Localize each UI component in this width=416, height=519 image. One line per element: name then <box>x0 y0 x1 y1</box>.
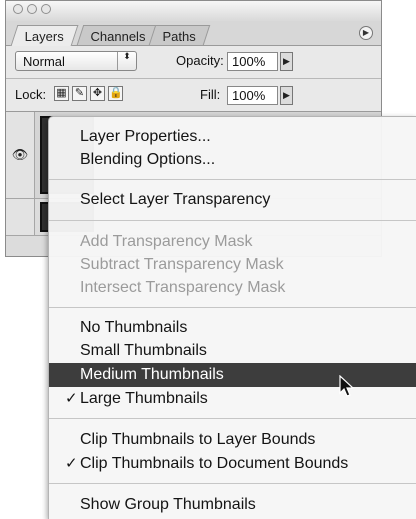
menu-separator <box>49 179 416 180</box>
menu-item-label: No Thumbnails <box>80 319 188 336</box>
menu-item-blending-options[interactable]: Blending Options... <box>49 148 416 172</box>
palette-titlebar <box>6 1 381 22</box>
lock-fill-row: Lock: ▦ ✎ ✥ 🔒 Fill: 100% ▶ <box>6 79 381 112</box>
menu-item-subtract-transparency-mask: Subtract Transparency Mask <box>49 253 416 277</box>
menu-item-intersect-transparency-mask: Intersect Transparency Mask <box>49 276 416 300</box>
menu-item-medium-thumbnails[interactable]: Medium Thumbnails <box>49 363 416 387</box>
tab-layers[interactable]: Layers <box>10 25 79 46</box>
dropdown-arrows-icon: ⬍ <box>117 52 136 70</box>
palette-menu-button[interactable]: ▶ <box>359 26 373 40</box>
lock-paint-icon[interactable]: ✎ <box>72 86 87 101</box>
opacity-slider-button[interactable]: ▶ <box>280 52 293 71</box>
menu-item-clip-to-layer-bounds[interactable]: Clip Thumbnails to Layer Bounds <box>49 428 416 452</box>
menu-item-layer-properties[interactable]: Layer Properties... <box>49 125 416 149</box>
menu-item-label: Layer Properties... <box>80 128 211 145</box>
tab-paths[interactable]: Paths <box>148 25 211 45</box>
menu-item-label: Clip Thumbnails to Document Bounds <box>80 455 349 472</box>
menu-item-label: Large Thumbnails <box>80 390 208 407</box>
menu-item-select-layer-transparency[interactable]: Select Layer Transparency <box>49 188 416 212</box>
menu-item-label: Intersect Transparency Mask <box>80 279 286 296</box>
lock-transparency-icon[interactable]: ▦ <box>54 86 69 101</box>
tab-channels[interactable]: Channels <box>76 25 161 45</box>
eye-icon[interactable]: 👁 <box>6 112 35 198</box>
menu-separator <box>49 307 416 308</box>
blend-mode-value: Normal <box>23 54 65 69</box>
blend-opacity-row: Normal ⬍ Opacity: 100% ▶ <box>6 46 381 79</box>
tab-paths-label: Paths <box>162 29 196 44</box>
menu-item-label: Medium Thumbnails <box>80 366 224 383</box>
menu-separator <box>49 220 416 221</box>
checkmark-icon: ✓ <box>65 390 78 407</box>
menu-item-label: Blending Options... <box>80 151 216 168</box>
lock-label: Lock: <box>15 87 47 102</box>
eye-cell[interactable] <box>6 199 35 235</box>
opacity-label: Opacity: <box>176 53 224 68</box>
menu-item-label: Clip Thumbnails to Layer Bounds <box>80 431 316 448</box>
menu-item-no-thumbnails[interactable]: No Thumbnails <box>49 316 416 340</box>
fill-label: Fill: <box>200 87 221 102</box>
menu-item-show-group-thumbnails[interactable]: Show Group Thumbnails <box>49 493 416 517</box>
zoom-window-button[interactable] <box>41 4 51 14</box>
layers-context-menu: Layer Properties... Blending Options... … <box>48 116 416 519</box>
fill-input[interactable]: 100% <box>227 86 278 105</box>
menu-item-label: Subtract Transparency Mask <box>80 256 284 273</box>
close-window-button[interactable] <box>13 4 23 14</box>
tab-layers-label: Layers <box>24 29 64 44</box>
menu-item-label: Add Transparency Mask <box>80 233 253 250</box>
blend-mode-select[interactable]: Normal ⬍ <box>15 51 137 71</box>
checkmark-icon: ✓ <box>65 455 78 472</box>
menu-separator <box>49 418 416 419</box>
menu-item-label: Show Group Thumbnails <box>80 496 256 513</box>
menu-item-small-thumbnails[interactable]: Small Thumbnails <box>49 339 416 363</box>
menu-item-clip-to-document-bounds[interactable]: ✓ Clip Thumbnails to Document Bounds <box>49 452 416 476</box>
menu-separator <box>49 483 416 484</box>
lock-position-icon[interactable]: ✥ <box>90 86 105 101</box>
menu-item-add-transparency-mask: Add Transparency Mask <box>49 230 416 254</box>
minimize-window-button[interactable] <box>27 4 37 14</box>
mouse-pointer-icon <box>339 375 355 397</box>
opacity-input[interactable]: 100% <box>227 52 278 71</box>
lock-all-icon[interactable]: 🔒 <box>108 86 123 101</box>
fill-slider-button[interactable]: ▶ <box>280 86 293 105</box>
menu-item-large-thumbnails[interactable]: ✓ Large Thumbnails <box>49 387 416 411</box>
menu-item-label: Select Layer Transparency <box>80 191 271 208</box>
palette-tabs: Layers Channels Paths ▶ <box>6 21 381 46</box>
menu-item-label: Small Thumbnails <box>80 342 207 359</box>
tab-channels-label: Channels <box>90 29 146 44</box>
